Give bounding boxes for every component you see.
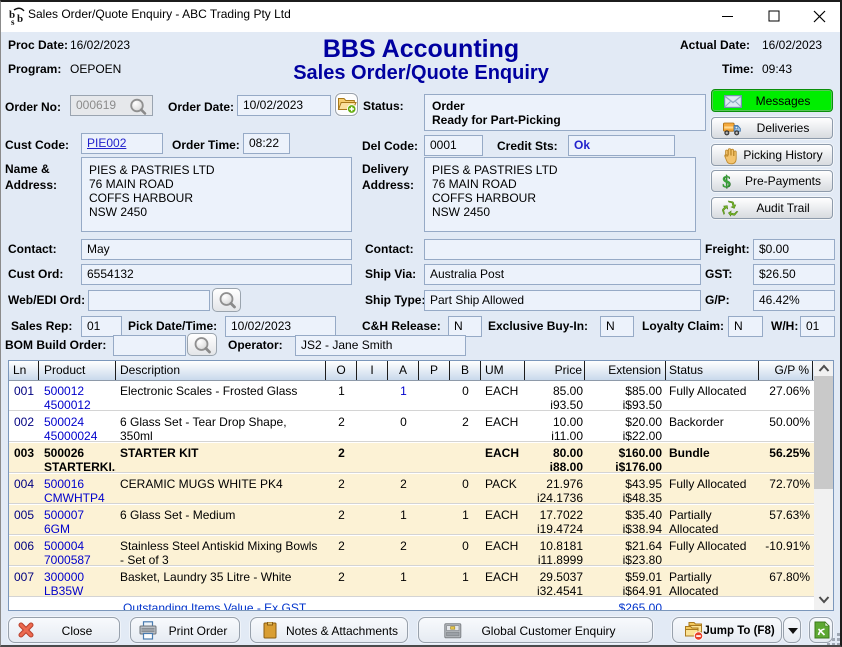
svg-text:b: b <box>17 13 23 25</box>
svg-text:s: s <box>11 17 15 26</box>
